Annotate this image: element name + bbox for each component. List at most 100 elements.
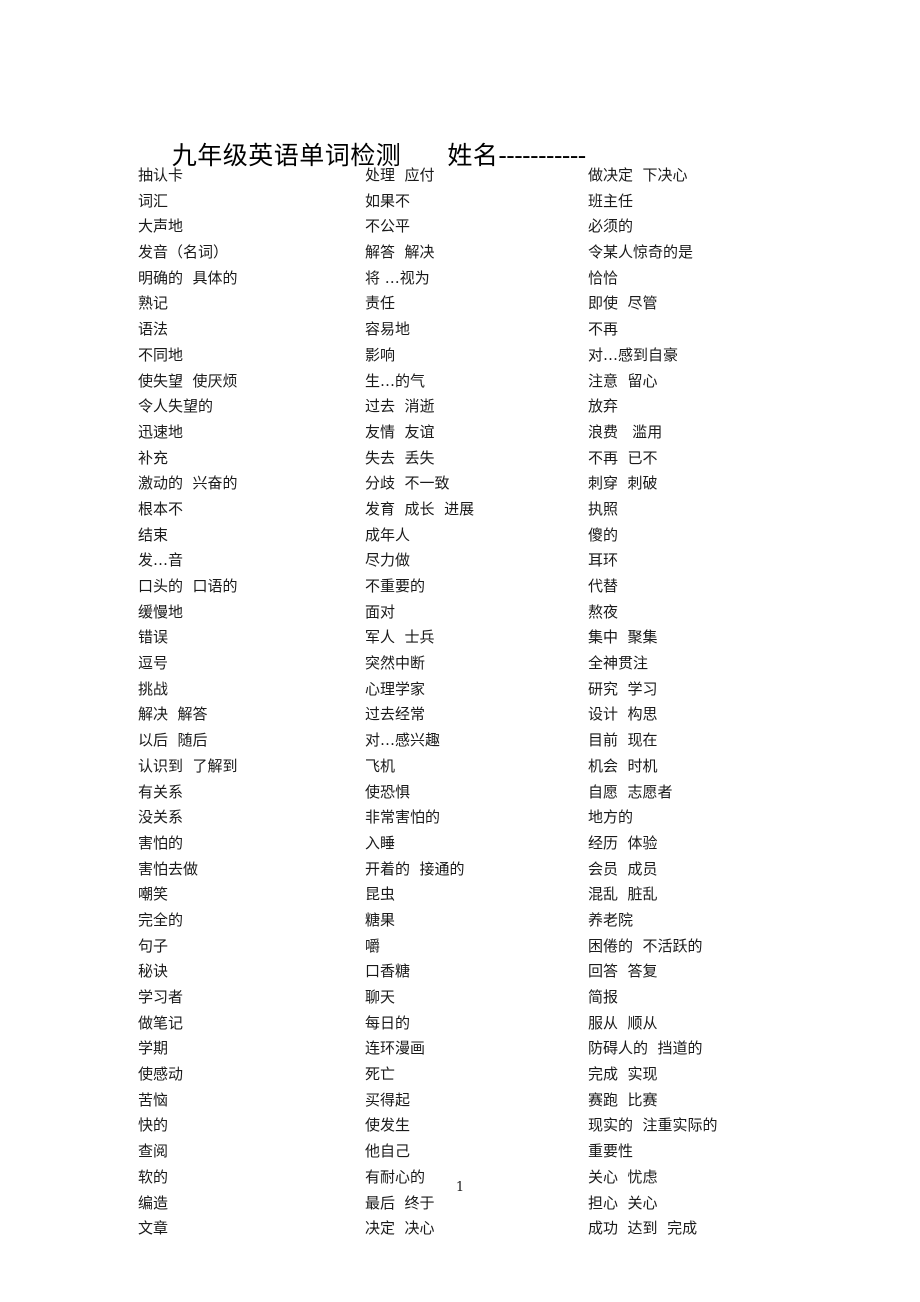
word-entry: 全神贯注: [588, 654, 649, 673]
word-entry: 文章: [138, 1219, 169, 1238]
word-entry: 死亡: [365, 1065, 396, 1084]
word-entry: 非常害怕的: [365, 808, 441, 827]
word-entry: 熬夜: [588, 602, 619, 621]
word-entry: 嘲笑: [138, 885, 169, 904]
word-entry: 聊天: [365, 988, 396, 1006]
word-entry: 词汇: [138, 191, 169, 210]
word-entry: 友情 友谊: [365, 422, 435, 441]
word-entry: 耳环: [588, 551, 619, 570]
word-entry: 学期: [138, 1039, 169, 1058]
word-entry: 做笔记: [138, 1013, 184, 1032]
word-entry: 使失望 使厌烦: [138, 371, 238, 390]
word-entry: 不再: [588, 320, 619, 339]
word-entry: 恰恰: [588, 268, 619, 287]
word-entry: 集中 聚集: [588, 628, 658, 647]
word-entry: 刺穿 刺破: [588, 474, 658, 493]
word-entry: 傻的: [588, 525, 619, 544]
word-entry: 放弃: [588, 397, 619, 416]
word-entry: 有关系: [138, 782, 184, 801]
word-entry: 糖果: [365, 910, 396, 929]
word-entry: 养老院: [588, 910, 634, 929]
word-entry: 分歧 不一致: [365, 474, 450, 493]
word-entry: 回答 答复: [588, 962, 658, 981]
word-entry: 秘诀: [138, 962, 169, 981]
word-entry: 根本不: [138, 499, 184, 518]
word-entry: 大声地: [138, 217, 184, 236]
word-entry: 班主任: [588, 191, 634, 210]
word-entry: 机会 时机: [588, 756, 658, 775]
word-entry: 解决 解答: [138, 705, 208, 724]
word-entry: 明确的 具体的: [138, 268, 238, 287]
word-entry: 不再 已不: [588, 448, 658, 467]
word-entry: 买得起: [365, 1090, 411, 1109]
word-entry: 发育 成长 进展: [365, 499, 475, 518]
word-entry: 成年人: [365, 525, 411, 544]
word-entry: 挑战: [138, 679, 169, 698]
word-entry: 使恐惧: [365, 782, 411, 801]
word-entry: 防碍人的 挡道的: [588, 1039, 703, 1058]
word-entry: 决定 决心: [365, 1219, 435, 1238]
word-entry: 害怕去做: [138, 859, 199, 878]
word-entry: 昆虫: [365, 885, 396, 904]
word-entry: 对…感兴趣: [365, 731, 441, 750]
word-entry: 解答 解决: [365, 243, 435, 262]
word-entry: 过去经常: [365, 705, 426, 724]
word-entry: 服从 顺从: [588, 1013, 658, 1032]
page-number: 1: [455, 1180, 465, 1195]
word-entry: 完成 实现: [588, 1065, 658, 1084]
word-entry: 害怕的: [138, 833, 184, 852]
word-entry: 研究 学习: [588, 679, 658, 698]
word-entry: 开着的 接通的: [365, 859, 465, 878]
word-entry: 责任: [365, 294, 396, 313]
word-entry: 即使 尽管: [588, 294, 658, 313]
word-entry: 目前 现在: [588, 731, 658, 750]
word-column-3: 做决定 下决心 班主任 必须的 令某人惊奇的是 恰恰 即使 尽管 不再 对…感到自豪 注意 留心…: [588, 163, 828, 1242]
word-entry: 发音（名词）: [138, 243, 229, 262]
word-entry: 语法: [138, 320, 169, 339]
word-entry: 处理 应付: [365, 166, 435, 184]
word-entry: 认识到 了解到: [138, 756, 238, 775]
word-column-2: 处理 应付 如果不 不公平 解答 解决将 …视为 责任 容易地 影响 生…的气 过去 消逝 友情 …: [365, 163, 587, 1242]
word-entry: 快的: [138, 1116, 169, 1135]
word-entry: 对…感到自豪: [588, 345, 679, 364]
word-entry: 完全的: [138, 910, 184, 929]
word-entry: 苦恼: [138, 1090, 169, 1109]
word-entry: 心理学家: [365, 679, 426, 698]
word-entry: 飞机: [365, 756, 396, 775]
word-entry: 口香糖: [365, 962, 411, 981]
word-entry: 逗号: [138, 654, 169, 673]
word-entry: 缓慢地: [138, 602, 184, 621]
document-page: 九年级英语单词检测 姓名----------- 抽认卡 词汇 大声地 发音（名词） 明确的…: [0, 0, 920, 1302]
word-column-1: 抽认卡 词汇 大声地 发音（名词） 明确的 具体的 熟记 语法 不同地 使失望 使厌烦 令人失望的…: [138, 163, 363, 1242]
word-entry: 会员 成员: [588, 859, 658, 878]
word-entry: 抽认卡: [138, 166, 184, 184]
word-entry: 补充: [138, 448, 169, 467]
word-entry: 口头的 口语的: [138, 577, 238, 595]
word-entry: 嚼: [365, 936, 381, 955]
word-entry: 激动的 兴奋的: [138, 474, 238, 493]
word-entry: 突然中断: [365, 654, 426, 673]
word-entry: 将 …视为: [365, 268, 430, 287]
word-entry: 成功 达到 完成: [588, 1219, 698, 1238]
word-entry: 设计 构思: [588, 705, 658, 724]
word-entry: 经历 体验: [588, 833, 658, 852]
word-entry: 赛跑 比赛: [588, 1090, 658, 1109]
word-entry: 每日的: [365, 1013, 411, 1032]
word-entry: 错误: [138, 628, 169, 647]
word-entry: 没关系: [138, 808, 184, 827]
word-entry: 浪费 滥用: [588, 422, 663, 441]
word-entry: 不重要的: [365, 577, 426, 595]
word-entry: 使发生: [365, 1116, 411, 1135]
word-entry: 令人失望的: [138, 397, 214, 416]
word-entry: 军人 士兵: [365, 628, 435, 647]
word-entry: 连环漫画: [365, 1039, 426, 1058]
word-entry: 不同地: [138, 345, 184, 364]
word-entry: 以后 随后: [138, 731, 208, 750]
word-entry: 生…的气: [365, 371, 426, 390]
word-entry: 失去 丢失: [365, 448, 435, 467]
word-entry: 做决定 下决心: [588, 166, 688, 184]
word-entry: 查阅: [138, 1142, 169, 1161]
word-entry: 结束: [138, 525, 169, 544]
word-entry: 影响: [365, 345, 396, 364]
word-entry: 注意 留心: [588, 371, 658, 390]
